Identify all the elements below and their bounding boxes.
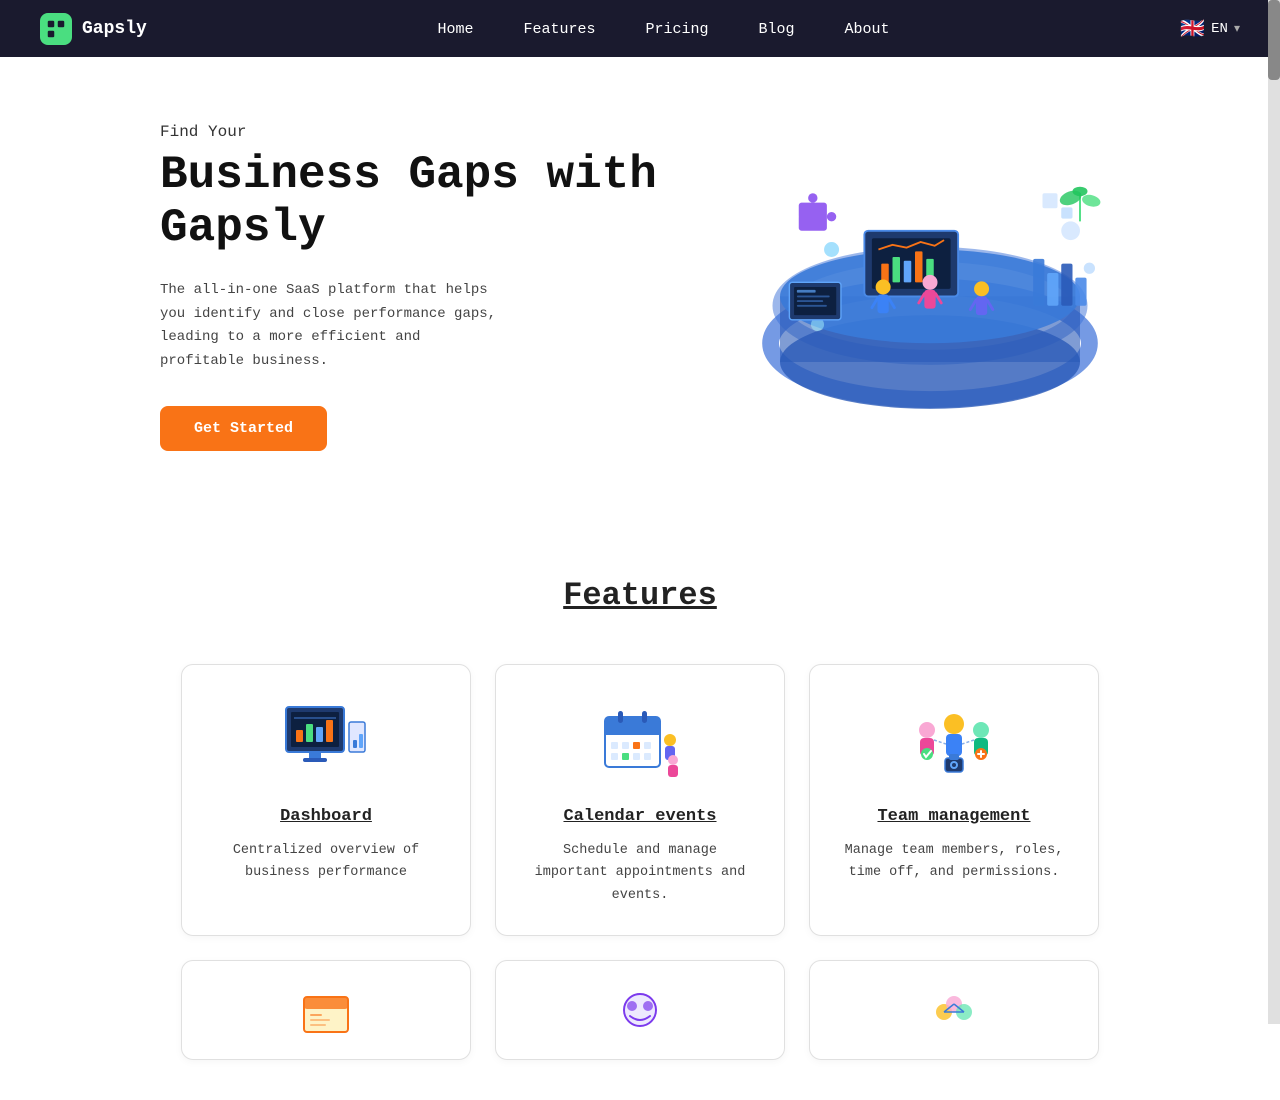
- dashboard-icon: [281, 702, 371, 782]
- navbar: Gapsly Home Features Pricing Blog About …: [0, 0, 1280, 57]
- features-cards-row2: [120, 960, 1160, 1060]
- scrollbar-thumb: [1268, 0, 1280, 80]
- partial-icon-3: [924, 982, 984, 1042]
- hero-section: Find Your Business Gaps with Gapsly The …: [0, 57, 1280, 517]
- nav-pricing[interactable]: Pricing: [646, 21, 709, 38]
- hero-description: The all-in-one SaaS platform that helps …: [160, 279, 500, 374]
- logo-icon: [40, 13, 72, 45]
- feature-card-dashboard: Dashboard Centralized overview of busine…: [181, 664, 471, 936]
- dashboard-icon-area: [210, 697, 442, 787]
- team-icon-area: [838, 697, 1070, 787]
- feature-card-calendar: Calendar events Schedule and manage impo…: [495, 664, 785, 936]
- scrollbar[interactable]: [1268, 0, 1280, 1024]
- logo-text: Gapsly: [82, 19, 147, 39]
- chevron-down-icon: ▾: [1234, 21, 1240, 36]
- features-cards: Dashboard Centralized overview of busine…: [120, 664, 1160, 936]
- hero-text: Find Your Business Gaps with Gapsly The …: [160, 123, 660, 451]
- feature-card-partial-3: [809, 960, 1099, 1060]
- nav-home[interactable]: Home: [437, 21, 473, 38]
- nav-blog[interactable]: Blog: [759, 21, 795, 38]
- calendar-icon: [595, 702, 685, 782]
- team-title: Team management: [838, 807, 1070, 826]
- get-started-button[interactable]: Get Started: [160, 406, 327, 451]
- nav-features[interactable]: Features: [524, 21, 596, 38]
- dashboard-title: Dashboard: [210, 807, 442, 826]
- hero-title: Business Gaps with Gapsly: [160, 149, 660, 255]
- features-section: Features: [0, 517, 1280, 1100]
- hero-svg: [740, 137, 1120, 437]
- nav-links: Home Features Pricing Blog About: [437, 20, 889, 38]
- team-desc: Manage team members, roles, time off, an…: [838, 840, 1070, 885]
- hero-subtitle: Find Your: [160, 123, 660, 141]
- logo[interactable]: Gapsly: [40, 13, 147, 45]
- nav-about[interactable]: About: [845, 21, 890, 38]
- feature-card-team: Team management Manage team members, rol…: [809, 664, 1099, 936]
- feature-card-partial-2: [495, 960, 785, 1060]
- partial-icon-1: [296, 982, 356, 1042]
- hero-illustration: [740, 137, 1120, 437]
- language-selector[interactable]: 🇬🇧 EN ▾: [1180, 16, 1240, 42]
- features-title: Features: [120, 577, 1160, 614]
- calendar-desc: Schedule and manage important appointmen…: [524, 840, 756, 907]
- dashboard-desc: Centralized overview of business perform…: [210, 840, 442, 885]
- flag-icon: 🇬🇧: [1180, 16, 1205, 42]
- team-icon: [909, 702, 999, 782]
- partial-icon-2: [610, 982, 670, 1042]
- feature-card-partial-1: [181, 960, 471, 1060]
- calendar-title: Calendar events: [524, 807, 756, 826]
- lang-label: EN: [1211, 21, 1228, 37]
- calendar-icon-area: [524, 697, 756, 787]
